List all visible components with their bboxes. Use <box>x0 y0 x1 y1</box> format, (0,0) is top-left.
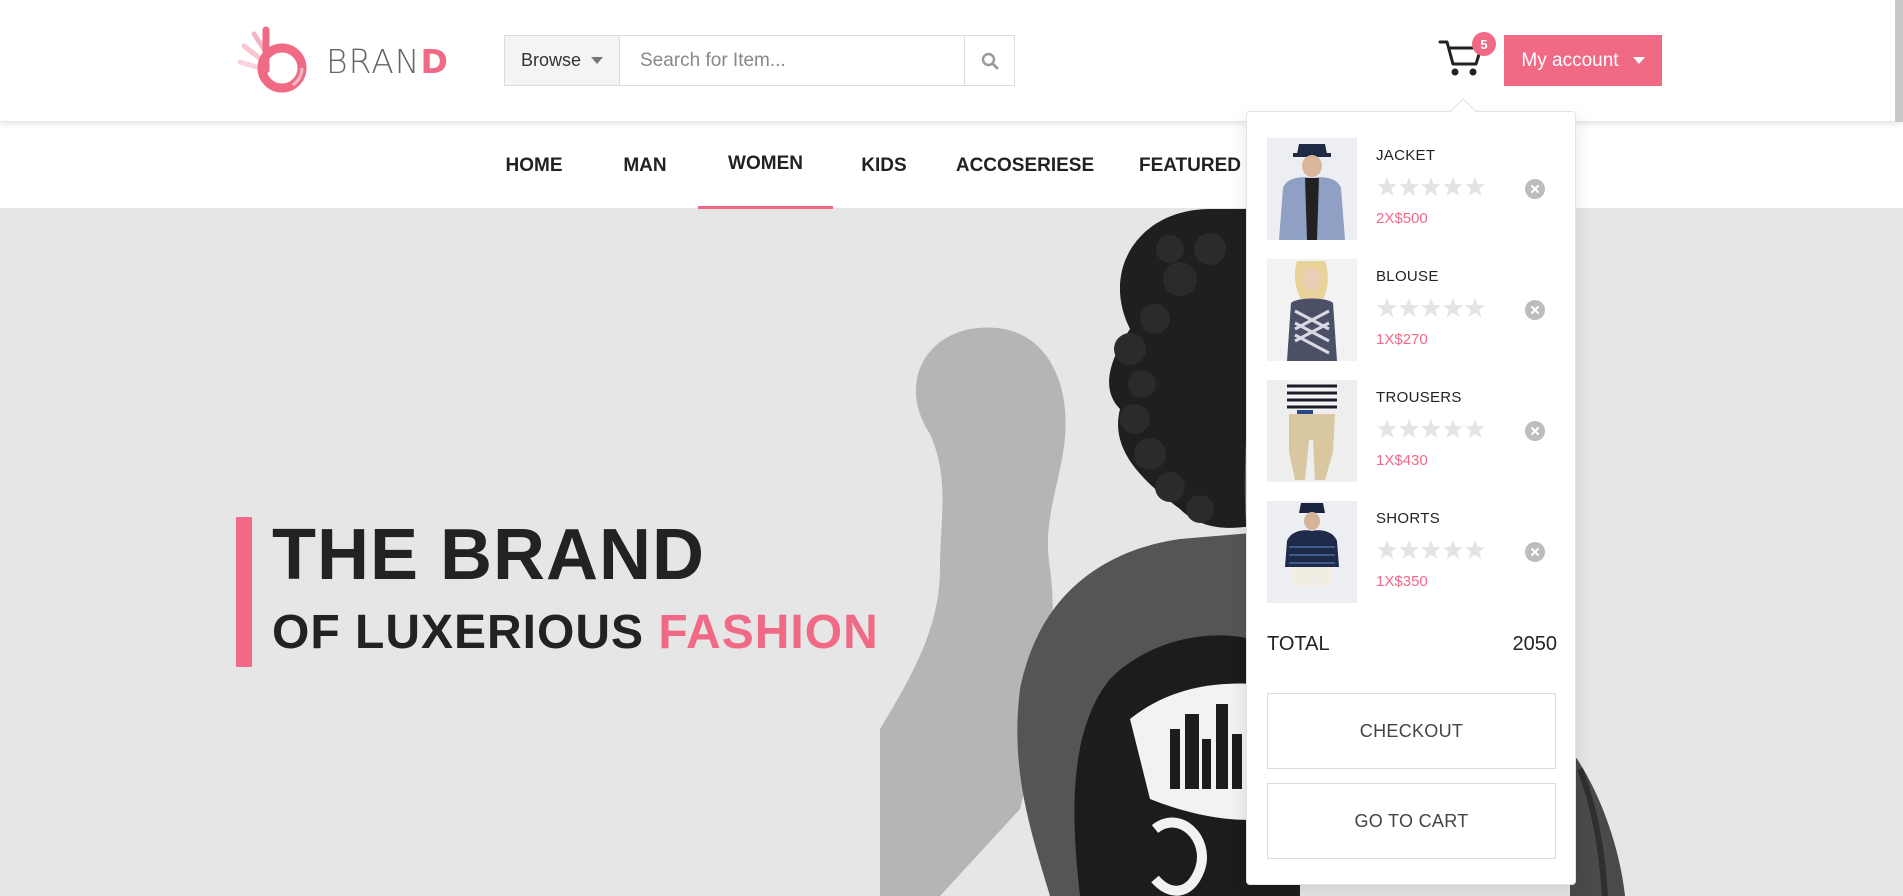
cart-item-name: SHORTS <box>1376 510 1441 527</box>
my-account-label: My account <box>1521 49 1619 71</box>
nav-item-home[interactable]: HOME <box>494 122 574 209</box>
nav-item-accoseriese[interactable]: ACCOSERIESE <box>955 122 1095 209</box>
remove-item-icon[interactable] <box>1525 179 1545 199</box>
hero-banner: THE BRAND OF LUXERIOUS FASHION <box>0 209 1903 896</box>
cart-total-row: TOTAL 2050 <box>1267 629 1557 659</box>
cart-item: SHORTS 1X$350 <box>1267 501 1557 603</box>
cart-dropdown: JACKET 2X$500 BLOUSE 1X$270 TROUSERS 1X$… <box>1246 111 1576 885</box>
cart-item-name: JACKET <box>1376 147 1436 164</box>
search-input[interactable] <box>620 36 964 85</box>
checkout-button[interactable]: CHECKOUT <box>1267 693 1556 769</box>
cart-item-price: 1X$350 <box>1376 573 1428 590</box>
remove-item-icon[interactable] <box>1525 300 1545 320</box>
rating-stars <box>1376 176 1488 198</box>
cart-item-name: TROUSERS <box>1376 389 1462 406</box>
cart-item-thumbnail[interactable] <box>1267 380 1357 482</box>
cart-item-price: 1X$430 <box>1376 452 1428 469</box>
cart-item-thumbnail[interactable] <box>1267 259 1357 361</box>
site-header: BRAND Browse 5 My account <box>0 0 1903 122</box>
remove-item-icon[interactable] <box>1525 421 1545 441</box>
cart-item-thumbnail[interactable] <box>1267 501 1357 603</box>
cart-item: BLOUSE 1X$270 <box>1267 259 1557 361</box>
brand-logo[interactable]: BRAND <box>236 26 449 96</box>
nav-item-women[interactable]: WOMEN <box>698 122 833 209</box>
browse-label: Browse <box>520 50 582 70</box>
rating-stars <box>1376 539 1488 561</box>
brand-name: BRAND <box>326 41 449 81</box>
hero-accent-bar <box>236 517 252 667</box>
nav-item-man[interactable]: MAN <box>610 122 680 209</box>
cart-count-badge: 5 <box>1472 32 1496 56</box>
nav-item-featured[interactable]: FEATURED <box>1136 122 1244 209</box>
remove-item-icon[interactable] <box>1525 542 1545 562</box>
rating-stars <box>1376 418 1488 440</box>
total-value: 2050 <box>1512 632 1558 655</box>
chevron-down-icon <box>1632 57 1645 64</box>
cart-button[interactable]: 5 <box>1438 32 1496 84</box>
my-account-button[interactable]: My account <box>1504 35 1662 86</box>
cart-item: JACKET 2X$500 <box>1267 138 1557 240</box>
cart-item-name: BLOUSE <box>1376 268 1439 285</box>
hero-subtitle: OF LUXERIOUS FASHION <box>272 606 879 659</box>
cart-item: TROUSERS 1X$430 <box>1267 380 1557 482</box>
brand-logo-icon <box>237 26 307 93</box>
scrollbar[interactable] <box>1895 0 1903 122</box>
hero-title: THE BRAND <box>272 515 705 595</box>
search-button[interactable] <box>964 36 1014 85</box>
search-bar: Browse <box>504 35 1015 86</box>
go-to-cart-button[interactable]: GO TO CART <box>1267 783 1556 859</box>
cart-item-price: 1X$270 <box>1376 331 1428 348</box>
main-nav: HOME MAN WOMEN KIDS ACCOSERIESE FEATURED <box>0 122 1903 209</box>
search-icon <box>981 52 998 69</box>
rating-stars <box>1376 297 1488 319</box>
browse-dropdown[interactable]: Browse <box>505 36 620 85</box>
chevron-down-icon <box>591 57 604 64</box>
total-label: TOTAL <box>1267 632 1330 655</box>
nav-item-kids[interactable]: KIDS <box>852 122 916 209</box>
cart-item-thumbnail[interactable] <box>1267 138 1357 240</box>
cart-item-price: 2X$500 <box>1376 210 1428 227</box>
